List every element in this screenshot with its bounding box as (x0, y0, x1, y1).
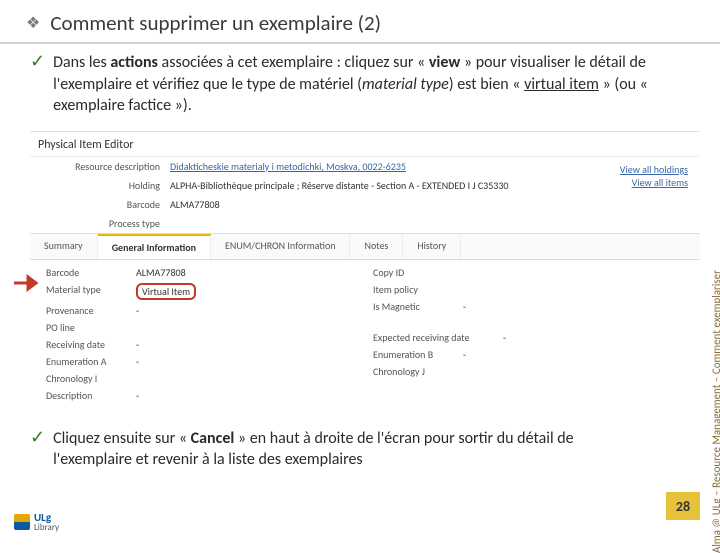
label: Barcode (40, 198, 170, 211)
tab-enum[interactable]: ENUM/CHRON Information (211, 234, 351, 259)
field-chron-1: Chronology I (46, 370, 357, 387)
logo-mark-icon (14, 514, 30, 530)
field-chron-2: Chronology J (373, 363, 684, 380)
label: Holding (40, 179, 170, 192)
arrow-icon (12, 274, 42, 292)
value: - (463, 348, 466, 361)
logo: ULg Library (14, 512, 59, 532)
text: ) est bien « (449, 75, 524, 94)
sidebar-caption: Alma @ ULg – Resource Management – Comme… (710, 270, 720, 553)
fields-left-col: BarcodeALMA77808 Material typeVirtual It… (38, 264, 365, 404)
check-icon: ✓ (30, 52, 45, 117)
label: Receiving date (46, 338, 136, 351)
tabs: Summary General Information ENUM/CHRON I… (30, 233, 700, 260)
field-poline: PO line (46, 319, 357, 336)
text-italic: material type (362, 75, 449, 94)
bullet-1: ✓ Dans les actions associées à cet exemp… (30, 52, 650, 117)
slide-body: ✓ Dans les actions associées à cet exemp… (0, 52, 720, 117)
bullet-2: ✓ Cliquez ensuite sur « Cancel » en haut… (30, 428, 650, 471)
label: Material type (46, 283, 136, 300)
text-bold: view (429, 53, 460, 72)
label: PO line (46, 321, 136, 334)
field-barcode: BarcodeALMA77808 (46, 264, 357, 281)
value: - (503, 331, 506, 344)
editor-title: Physical Item Editor (30, 132, 700, 157)
slide-body-2: ✓ Cliquez ensuite sur « Cancel » en haut… (0, 428, 720, 471)
bullet-diamond-icon: ❖ (26, 13, 40, 33)
tab-general[interactable]: General Information (98, 234, 211, 259)
field-receiving-date: Receiving date- (46, 336, 357, 353)
row-resource-desc: Resource description Didakticheskie mate… (30, 157, 608, 176)
slide-title: Comment supprimer un exemplaire (2) (50, 10, 381, 36)
value: - (136, 304, 139, 317)
fields-area: BarcodeALMA77808 Material typeVirtual It… (30, 260, 700, 408)
text: Cliquez ensuite sur « (53, 429, 191, 448)
label: Is Magnetic (373, 300, 463, 313)
value-link[interactable]: Didakticheskie materialy i metodichki, M… (170, 160, 406, 173)
page-number: 28 (666, 492, 700, 520)
label: Expected receiving date (373, 331, 503, 344)
field-is-magnetic: Is Magnetic- (373, 298, 684, 315)
value: ALPHA-Bibliothèque principale ; Réserve … (170, 179, 509, 192)
text: Dans les (53, 53, 110, 72)
value: ALMA77808 (170, 198, 220, 211)
row-process-type: Process type (30, 214, 608, 233)
row-holding: Holding ALPHA-Bibliothèque principale ; … (30, 176, 608, 195)
bullet-1-text: Dans les actions associées à cet exempla… (53, 52, 650, 117)
embedded-screenshot: Physical Item Editor Resource descriptio… (30, 131, 700, 408)
side-links: View all holdings View all items (608, 157, 700, 195)
label: Provenance (46, 304, 136, 317)
label: Item policy (373, 283, 463, 296)
text-bold: Cancel (191, 429, 235, 448)
label: Chronology I (46, 372, 136, 385)
field-provenance: Provenance- (46, 302, 357, 319)
field-enum-a: Enumeration A- (46, 353, 357, 370)
value: - (136, 338, 139, 351)
tab-summary[interactable]: Summary (30, 234, 98, 259)
value: ALMA77808 (136, 266, 186, 279)
fields-right-col: Copy ID Item policy Is Magnetic- Expecte… (365, 264, 692, 404)
field-copy-id: Copy ID (373, 264, 684, 281)
tab-notes[interactable]: Notes (350, 234, 403, 259)
value: - (136, 389, 139, 402)
text-bold: actions (110, 53, 158, 72)
field-enum-b: Enumeration B- (373, 346, 684, 363)
field-item-policy: Item policy (373, 281, 684, 298)
label: Resource description (40, 160, 170, 173)
tab-history[interactable]: History (403, 234, 461, 259)
label: Barcode (46, 266, 136, 279)
field-exp-receiving: Expected receiving date- (373, 329, 684, 346)
text-underline: virtual item (524, 75, 599, 94)
label: Process type (40, 217, 170, 230)
separator (0, 42, 720, 44)
label: Enumeration A (46, 355, 136, 368)
value: - (136, 355, 139, 368)
bullet-2-text: Cliquez ensuite sur « Cancel » en haut à… (53, 428, 650, 471)
link-view-all-holdings[interactable]: View all holdings (620, 163, 688, 176)
label: Description (46, 389, 136, 402)
logo-line2: Library (34, 523, 59, 532)
field-description: Description- (46, 387, 357, 404)
slide: ❖ Comment supprimer un exemplaire (2) ✓ … (0, 0, 720, 540)
row-barcode: Barcode ALMA77808 (30, 195, 608, 214)
text: associées à cet exemplaire : cliquez sur… (158, 53, 429, 72)
slide-title-row: ❖ Comment supprimer un exemplaire (2) (0, 0, 720, 42)
check-icon: ✓ (30, 428, 45, 471)
field-spacer (373, 315, 684, 329)
label: Enumeration B (373, 348, 463, 361)
value: - (463, 300, 466, 313)
highlighted-value: Virtual Item (136, 283, 196, 300)
label: Copy ID (373, 266, 463, 279)
field-material-type: Material typeVirtual Item (46, 281, 357, 302)
link-view-all-items[interactable]: View all items (620, 176, 688, 189)
logo-text: ULg Library (34, 512, 59, 532)
label: Chronology J (373, 365, 463, 378)
